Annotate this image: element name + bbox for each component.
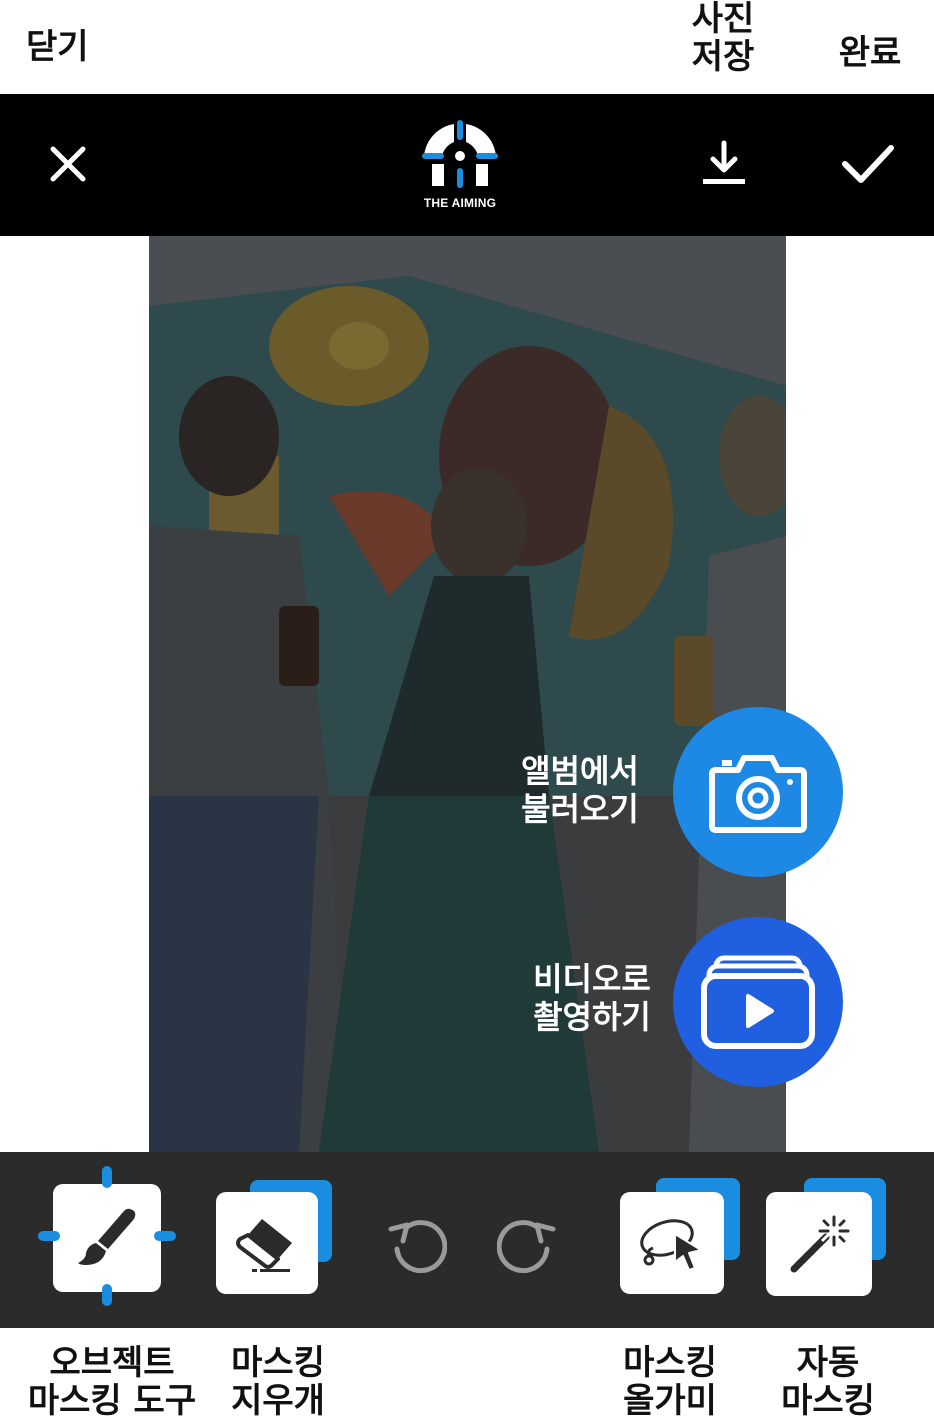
- auto-masking-button[interactable]: [766, 1178, 886, 1296]
- masking-eraser-annotation: 마스킹 지우개: [220, 1344, 336, 1420]
- redo-icon: [497, 1220, 556, 1273]
- masking-lasso-tile: [620, 1192, 724, 1294]
- record-video-label: 비디오로 촬영하기: [520, 960, 664, 1036]
- load-from-album-button[interactable]: [673, 707, 843, 877]
- object-masking-tool-annotation: 오브젝트 마스킹 도구: [20, 1344, 204, 1420]
- app-logo: THE AIMING: [412, 118, 508, 218]
- record-video-button[interactable]: [673, 917, 843, 1087]
- load-from-album-label: 앨범에서 불러오기: [508, 752, 652, 828]
- check-icon: [842, 145, 894, 183]
- redo-button[interactable]: [496, 1210, 560, 1274]
- masking-eraser-annotation-line2: 지우개: [231, 1381, 325, 1421]
- object-masking-tool-annotation-line1: 오브젝트: [49, 1343, 175, 1383]
- undo-icon: [388, 1220, 447, 1273]
- close-annotation: 닫기: [26, 27, 89, 67]
- record-video-label-line1: 비디오로: [533, 960, 651, 998]
- masking-lasso-annotation-line1: 마스킹: [623, 1343, 717, 1383]
- auto-masking-annotation: 자동 마스킹: [768, 1344, 888, 1420]
- lasso-icon: [640, 1219, 702, 1271]
- auto-masking-tile: [766, 1192, 872, 1296]
- done-annotation: 완료: [838, 33, 902, 73]
- auto-masking-annotation-line2: 마스킹: [781, 1381, 875, 1421]
- magic-wand-icon: [790, 1215, 850, 1273]
- save-photo-annotation-line1: 사진: [691, 0, 755, 39]
- save-photo-button[interactable]: [694, 134, 754, 194]
- download-icon: [703, 140, 745, 184]
- auto-masking-annotation-line1: 자동: [796, 1343, 860, 1383]
- masking-eraser-annotation-line1: 마스킹: [231, 1343, 325, 1383]
- load-from-album-label-line2: 불러오기: [521, 790, 639, 828]
- masking-lasso-annotation-line2: 올가미: [623, 1381, 717, 1421]
- masking-eraser-tile: [216, 1192, 318, 1294]
- masking-lasso-annotation: 마스킹 올가미: [612, 1344, 728, 1420]
- masking-eraser-button[interactable]: [216, 1180, 332, 1296]
- save-photo-annotation-line2: 저장: [691, 37, 755, 77]
- record-video-label-line2: 촬영하기: [533, 998, 651, 1036]
- aiming-logo-icon: [422, 120, 498, 188]
- eraser-icon: [236, 1219, 292, 1272]
- logo-text: THE AIMING: [423, 196, 497, 210]
- video-icon: [701, 955, 815, 1049]
- save-photo-annotation: 사진 저장: [680, 0, 766, 76]
- object-masking-tool-annotation-line2: 마스킹 도구: [27, 1381, 197, 1421]
- load-from-album-label-line1: 앨범에서: [521, 752, 639, 790]
- undo-button[interactable]: [384, 1210, 448, 1274]
- camera-icon: [709, 755, 807, 833]
- close-button[interactable]: [38, 134, 98, 194]
- masking-lasso-button[interactable]: [620, 1178, 740, 1296]
- selection-crosshair-icon: [38, 1166, 176, 1306]
- close-icon: [50, 146, 86, 182]
- object-masking-tool-button[interactable]: [38, 1166, 176, 1306]
- done-button[interactable]: [836, 134, 900, 194]
